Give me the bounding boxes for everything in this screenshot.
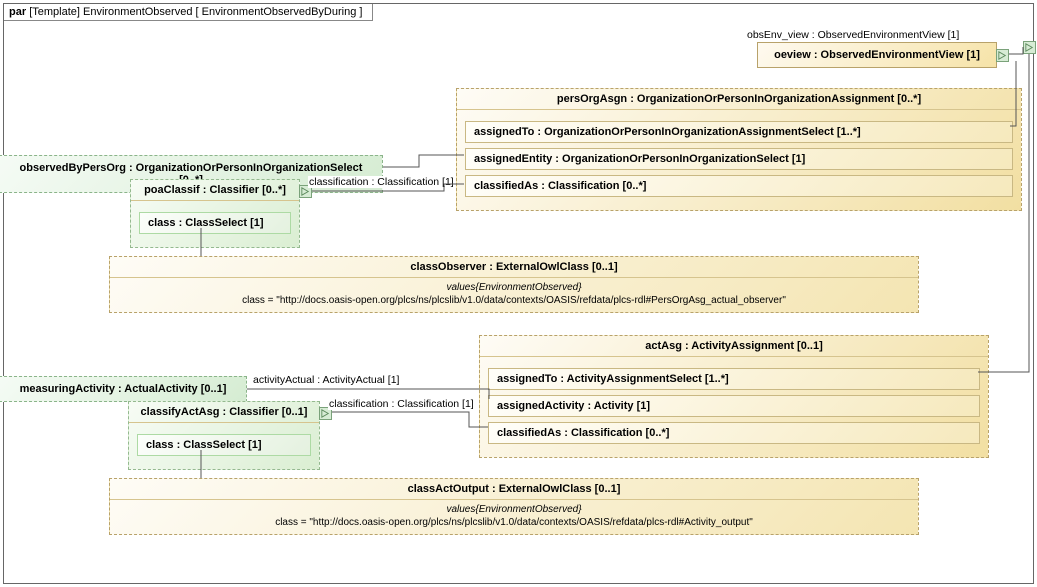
frame-header: par [Template] EnvironmentObserved [ Env… bbox=[4, 4, 373, 21]
pers-org-asgn-assigned-entity: assignedEntity : OrganizationOrPersonInO… bbox=[465, 148, 1013, 170]
frame-group: [Template] bbox=[29, 6, 80, 18]
class-observer-block: classObserver : ExternalOwlClass [0..1] … bbox=[109, 256, 919, 313]
frame-kind: par bbox=[9, 6, 26, 18]
classify-act-asg-class: class : ClassSelect [1] bbox=[137, 434, 311, 456]
oeview-block: oeview : ObservedEnvironmentView [1] bbox=[757, 42, 997, 68]
pers-org-asgn-classified-as: classifiedAs : Classification [0..*] bbox=[465, 175, 1013, 197]
classification-label-1: classification : Classification [1] bbox=[308, 176, 455, 188]
classify-act-asg-block: classifyActAsg : Classifier [0..1] class… bbox=[128, 401, 320, 470]
frame-name: EnvironmentObserved bbox=[83, 6, 192, 18]
obs-env-view-port bbox=[1023, 41, 1036, 54]
class-act-output-tag: values{EnvironmentObserved} bbox=[118, 504, 910, 515]
classification-label-2: classification : Classification [1] bbox=[328, 398, 475, 410]
pers-org-asgn-title: persOrgAsgn : OrganizationOrPersonInOrga… bbox=[457, 89, 1021, 110]
measuring-activity-block: measuringActivity : ActualActivity [0..1… bbox=[0, 376, 247, 402]
activity-actual-label: activityActual : ActivityActual [1] bbox=[252, 374, 400, 386]
oeview-port-right bbox=[996, 49, 1009, 62]
class-act-output-block: classActOutput : ExternalOwlClass [0..1]… bbox=[109, 478, 919, 535]
act-asg-classified-as: classifiedAs : Classification [0..*] bbox=[488, 422, 980, 444]
class-act-output-value: class = "http://docs.oasis-open.org/plcs… bbox=[275, 517, 753, 528]
poa-classif-class: class : ClassSelect [1] bbox=[139, 212, 291, 234]
act-asg-assigned-activity: assignedActivity : Activity [1] bbox=[488, 395, 980, 417]
frame-spec: [ EnvironmentObservedByDuring ] bbox=[196, 6, 363, 18]
oeview-label: oeview : ObservedEnvironmentView [1] bbox=[774, 49, 980, 61]
measuring-activity-label: measuringActivity : ActualActivity [0..1… bbox=[20, 383, 227, 395]
classify-act-asg-title: classifyActAsg : Classifier [0..1] bbox=[129, 402, 319, 423]
act-asg-title: actAsg : ActivityAssignment [0..1] bbox=[480, 336, 988, 357]
poa-classif-block: poaClassif : Classifier [0..*] class : C… bbox=[130, 179, 300, 248]
class-observer-value: class = "http://docs.oasis-open.org/plcs… bbox=[242, 295, 786, 306]
pers-org-asgn-block: persOrgAsgn : OrganizationOrPersonInOrga… bbox=[456, 88, 1022, 211]
class-act-output-title: classActOutput : ExternalOwlClass [0..1] bbox=[110, 479, 918, 500]
pers-org-asgn-assigned-to: assignedTo : OrganizationOrPersonInOrgan… bbox=[465, 121, 1013, 143]
poa-classif-title: poaClassif : Classifier [0..*] bbox=[131, 180, 299, 201]
obs-env-view-port-label: obsEnv_view : ObservedEnvironmentView [1… bbox=[746, 29, 960, 41]
class-observer-title: classObserver : ExternalOwlClass [0..1] bbox=[110, 257, 918, 278]
act-asg-block: actAsg : ActivityAssignment [0..1] assig… bbox=[479, 335, 989, 458]
act-asg-assigned-to: assignedTo : ActivityAssignmentSelect [1… bbox=[488, 368, 980, 390]
parametric-frame: par [Template] EnvironmentObserved [ Env… bbox=[3, 3, 1034, 584]
class-observer-tag: values{EnvironmentObserved} bbox=[118, 282, 910, 293]
